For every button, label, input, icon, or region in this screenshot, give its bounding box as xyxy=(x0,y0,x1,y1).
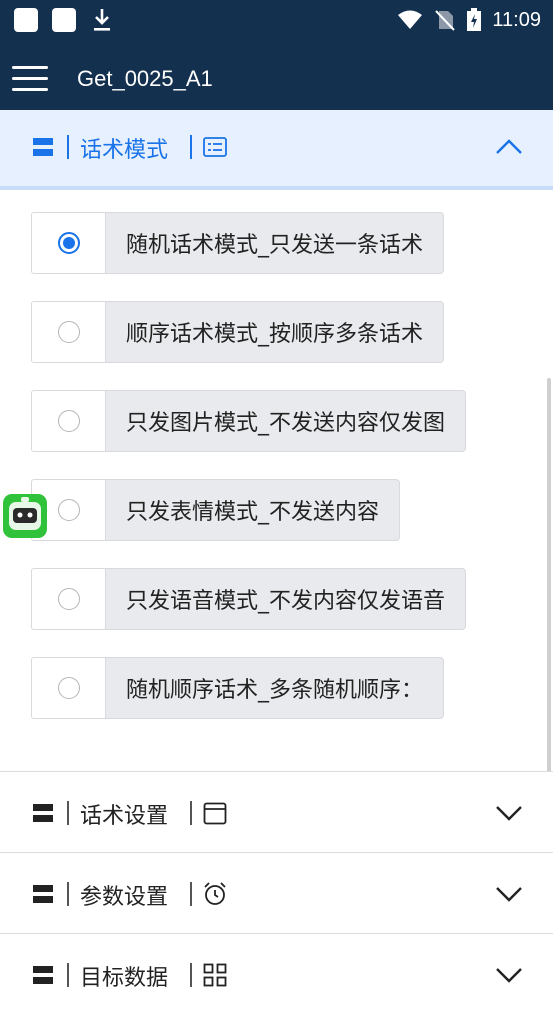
radio-button[interactable] xyxy=(58,321,80,343)
divider xyxy=(67,882,69,906)
section-header-target-data[interactable]: 目标数据 xyxy=(0,933,553,1014)
divider xyxy=(190,135,192,159)
no-sim-icon xyxy=(435,10,456,31)
notification-icon xyxy=(52,8,76,32)
calendar-icon xyxy=(203,802,227,825)
option-label: 只发语音模式_不发内容仅发语音 xyxy=(105,568,467,630)
alarm-clock-icon xyxy=(204,882,226,905)
notification-icon xyxy=(14,8,38,32)
app-bar: Get_0025_A1 xyxy=(0,40,553,110)
grid-icon xyxy=(203,963,227,987)
list-card-icon xyxy=(203,137,227,157)
option-voice-only[interactable]: 只发语音模式_不发内容仅发语音 xyxy=(31,568,467,630)
chevron-down-icon[interactable] xyxy=(495,886,523,902)
chevron-down-icon[interactable] xyxy=(495,967,523,983)
section-bars-icon xyxy=(33,966,53,984)
divider xyxy=(67,963,69,987)
download-icon xyxy=(94,9,110,31)
divider xyxy=(190,801,192,825)
wifi-icon xyxy=(398,10,423,29)
option-sequential-speech[interactable]: 顺序话术模式_按顺序多条话术 xyxy=(31,301,445,363)
radio-button[interactable] xyxy=(58,232,80,254)
chevron-up-icon[interactable] xyxy=(495,139,523,155)
speech-mode-options: 随机话术模式_只发送一条话术 顺序话术模式_按顺序多条话术 只发图片模式_不发送… xyxy=(0,190,553,770)
option-label: 顺序话术模式_按顺序多条话术 xyxy=(105,301,445,363)
section-bars-icon xyxy=(33,138,53,156)
option-image-only[interactable]: 只发图片模式_不发送内容仅发图 xyxy=(31,390,467,452)
radio-button[interactable] xyxy=(58,499,80,521)
option-label: 只发图片模式_不发送内容仅发图 xyxy=(105,390,467,452)
radio-button[interactable] xyxy=(58,588,80,610)
divider xyxy=(190,963,192,987)
hamburger-menu-icon[interactable] xyxy=(12,64,50,94)
divider xyxy=(67,801,69,825)
status-time: 11:09 xyxy=(492,8,541,31)
section-title: 参数设置 xyxy=(80,885,169,910)
radio-button[interactable] xyxy=(58,410,80,432)
battery-charging-icon xyxy=(467,8,482,31)
chevron-down-icon[interactable] xyxy=(495,805,523,821)
divider xyxy=(67,135,69,159)
section-title: 话术模式 xyxy=(80,138,169,163)
section-bars-icon xyxy=(33,885,53,903)
option-random-speech[interactable]: 随机话术模式_只发送一条话术 xyxy=(31,212,445,274)
section-header-parameter-settings[interactable]: 参数设置 xyxy=(0,852,553,933)
option-label: 只发表情模式_不发送内容 xyxy=(105,479,401,541)
floating-robot-icon[interactable] xyxy=(3,494,47,538)
app-title: Get_0025_A1 xyxy=(77,66,213,91)
section-bars-icon xyxy=(33,804,53,822)
section-title: 话术设置 xyxy=(80,804,169,829)
option-label: 随机顺序话术_多条随机顺序： xyxy=(105,657,445,719)
status-bar: 11:09 xyxy=(0,0,553,40)
section-title: 目标数据 xyxy=(80,966,169,991)
option-random-order[interactable]: 随机顺序话术_多条随机顺序： xyxy=(31,657,445,719)
divider xyxy=(190,882,192,906)
option-emoji-only[interactable]: 只发表情模式_不发送内容 xyxy=(31,479,401,541)
option-label: 随机话术模式_只发送一条话术 xyxy=(105,212,445,274)
radio-button[interactable] xyxy=(58,677,80,699)
section-header-speech-settings[interactable]: 话术设置 xyxy=(0,771,553,852)
section-header-speech-mode[interactable]: 话术模式 xyxy=(0,110,553,190)
